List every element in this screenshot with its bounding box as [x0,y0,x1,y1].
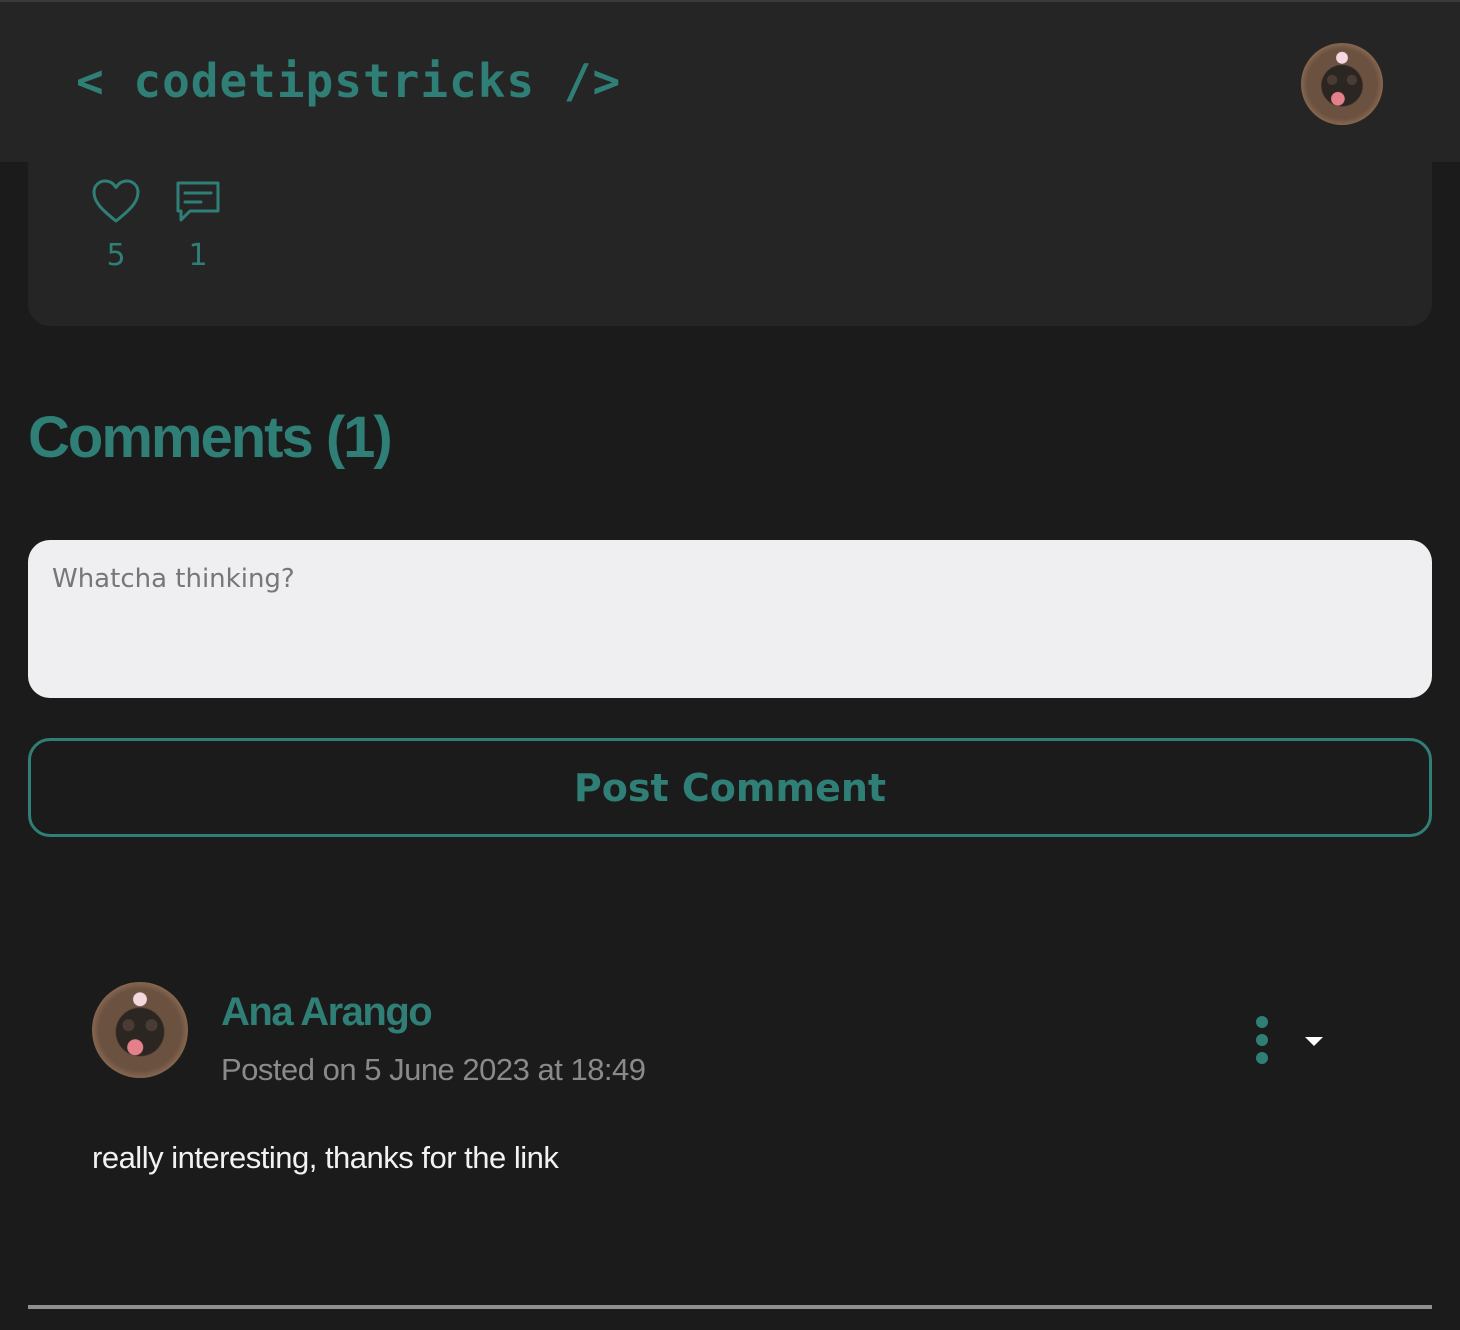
comment-author[interactable]: Ana Arango [221,990,433,1035]
comment-body: really interesting, thanks for the link [92,1140,559,1175]
site-logo[interactable]: < codetipstricks /> [76,54,621,108]
site-header: < codetipstricks /> [0,0,1460,162]
comment-divider [28,1305,1432,1309]
comment-count: 1 [188,238,208,273]
kebab-menu-icon[interactable] [1248,1014,1276,1066]
comment-bubble-icon[interactable] [174,178,222,224]
comment-stat[interactable]: 1 [168,178,228,273]
user-avatar[interactable] [1301,43,1383,125]
commenter-avatar[interactable] [92,982,188,1078]
post-comment-button[interactable]: Post Comment [28,738,1432,837]
comments-heading: Comments (1) [28,405,393,470]
comment-input[interactable] [28,540,1432,698]
caret-down-icon[interactable] [1302,1030,1326,1050]
like-stat[interactable]: 5 [86,178,146,273]
heart-icon[interactable] [91,178,141,224]
like-count: 5 [106,238,126,273]
comment-timestamp: Posted on 5 June 2023 at 18:49 [221,1052,646,1087]
